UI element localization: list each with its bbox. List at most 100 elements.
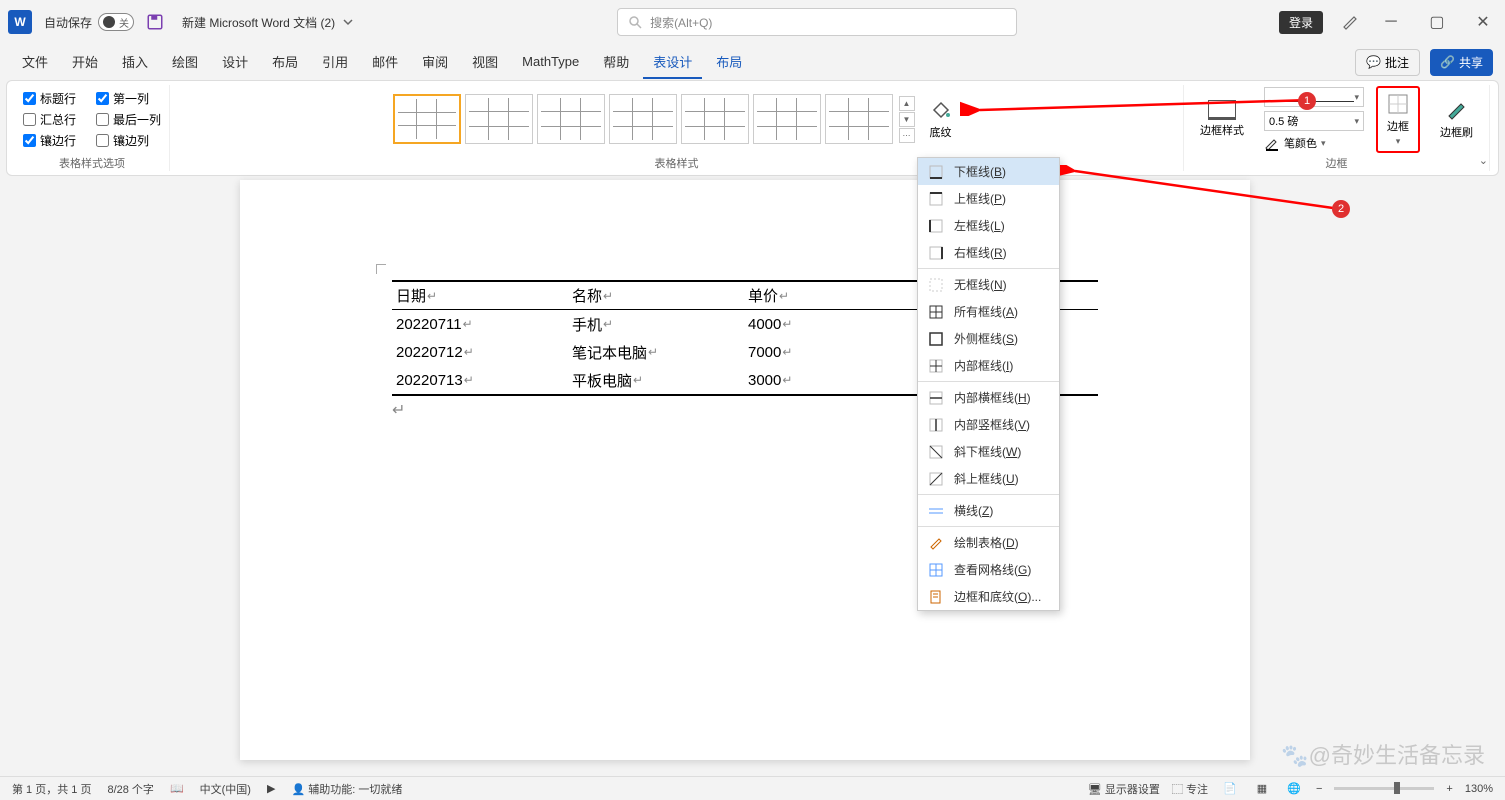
style-thumb-5[interactable] <box>681 94 749 144</box>
style-thumb-6[interactable] <box>753 94 821 144</box>
dropdown-item-border-top[interactable]: 上框线(P) <box>918 185 1059 212</box>
zoom-slider[interactable] <box>1334 787 1434 790</box>
print-layout-icon[interactable]: ▦ <box>1252 779 1272 799</box>
dropdown-item-border-inside-h[interactable]: 内部横框线(H) <box>918 384 1059 411</box>
web-layout-icon[interactable]: 🌐 <box>1284 779 1304 799</box>
zoom-level[interactable]: 130% <box>1465 783 1493 795</box>
dropdown-item-border-inside-v[interactable]: 内部竖框线(V) <box>918 411 1059 438</box>
check-banded-rows[interactable]: 镶边行 <box>23 130 76 151</box>
search-input[interactable]: 搜索(Alt+Q) <box>617 8 1017 36</box>
dropdown-item-gridlines[interactable]: 查看网格线(G) <box>918 556 1059 583</box>
macro-icon[interactable]: ▶ <box>267 782 275 795</box>
status-accessibility[interactable]: 👤 辅助功能: 一切就绪 <box>291 781 402 797</box>
style-thumb-2[interactable] <box>465 94 533 144</box>
tab-design[interactable]: 设计 <box>212 46 258 79</box>
style-thumb-1[interactable] <box>393 94 461 144</box>
toggle-switch[interactable]: 关 <box>98 13 134 31</box>
minimize-button[interactable]: ─ <box>1377 8 1405 36</box>
close-button[interactable]: ✕ <box>1469 8 1497 36</box>
check-total-row[interactable]: 汇总行 <box>23 109 76 130</box>
tab-layout2[interactable]: 布局 <box>706 46 752 79</box>
ribbon-expand-icon[interactable]: ⌄ <box>1479 154 1488 167</box>
dropdown-item-border-left[interactable]: 左框线(L) <box>918 212 1059 239</box>
dropdown-item-border-inside[interactable]: 内部框线(I) <box>918 352 1059 379</box>
tab-file[interactable]: 文件 <box>12 46 58 79</box>
border-left-icon <box>928 218 944 234</box>
border-outside-icon <box>928 331 944 347</box>
pen-color-select[interactable]: 笔颜色▾ <box>1264 135 1364 151</box>
dropdown-item-border-diag-down[interactable]: 斜下框线(W) <box>918 438 1059 465</box>
ribbon-tabs: 文件 开始 插入 绘图 设计 布局 引用 邮件 审阅 视图 MathType 帮… <box>0 44 1505 80</box>
scroll-up-icon[interactable]: ▲ <box>899 96 915 111</box>
document-title[interactable]: 新建 Microsoft Word 文档 (2) <box>182 14 355 31</box>
shading-button[interactable]: 底纹 <box>921 94 961 144</box>
gridlines-icon <box>928 562 944 578</box>
dropdown-item-draw-table[interactable]: 绘制表格(D) <box>918 529 1059 556</box>
status-page[interactable]: 第 1 页，共 1 页 <box>12 781 91 797</box>
display-settings[interactable]: 🖥 显示器设置 <box>1088 781 1160 797</box>
focus-mode[interactable]: ⬚ 专注 <box>1172 781 1208 797</box>
check-first-col[interactable]: 第一列 <box>96 88 161 109</box>
dropdown-item-border-bottom[interactable]: 下框线(B) <box>918 158 1059 185</box>
save-icon[interactable] <box>146 13 164 31</box>
scroll-more-icon[interactable]: ⋯ <box>899 128 915 143</box>
titlebar: W 自动保存 关 新建 Microsoft Word 文档 (2) 搜索(Alt… <box>0 0 1505 44</box>
check-last-col[interactable]: 最后一列 <box>96 109 161 130</box>
border-bottom-icon <box>928 164 944 180</box>
tab-mathtype[interactable]: MathType <box>512 48 589 77</box>
dropdown-item-hline[interactable]: 横线(Z) <box>918 497 1059 524</box>
zoom-in-button[interactable]: + <box>1446 783 1452 795</box>
border-style-button[interactable]: 边框样式 <box>1192 96 1252 142</box>
border-right-icon <box>928 245 944 261</box>
read-mode-icon[interactable]: 📄 <box>1220 779 1240 799</box>
status-words[interactable]: 8/28 个字 <box>107 781 153 797</box>
style-thumb-7[interactable] <box>825 94 893 144</box>
status-lang[interactable]: 中文(中国) <box>200 781 251 797</box>
check-banded-cols[interactable]: 镶边列 <box>96 130 161 151</box>
border-top-icon <box>928 191 944 207</box>
tab-draw[interactable]: 绘图 <box>162 46 208 79</box>
tab-mailings[interactable]: 邮件 <box>362 46 408 79</box>
document-page[interactable]: 日期↵ 名称↵ 单价↵ 20220711↵ 手机↵ 4000↵ 20220712… <box>240 180 1250 760</box>
border-painter-button[interactable]: 边框刷 <box>1432 94 1481 144</box>
borders-dropdown-button[interactable]: 边框 ▾ <box>1376 86 1420 153</box>
tab-insert[interactable]: 插入 <box>112 46 158 79</box>
dropdown-item-border-none[interactable]: 无框线(N) <box>918 271 1059 298</box>
share-button[interactable]: 🔗 共享 <box>1430 49 1493 76</box>
autosave-toggle[interactable]: 自动保存 关 <box>44 13 134 31</box>
annotation-badge-1: 1 <box>1298 92 1316 110</box>
style-scroll[interactable]: ▲▼⋯ <box>899 96 915 143</box>
tab-help[interactable]: 帮助 <box>593 46 639 79</box>
group-label-styles: 表格样式 <box>655 153 699 171</box>
margin-marker <box>376 264 386 274</box>
zoom-out-button[interactable]: − <box>1316 783 1322 795</box>
line-weight-select[interactable]: 0.5 磅▾ <box>1264 111 1364 131</box>
comments-button[interactable]: 💬 批注 <box>1355 49 1420 76</box>
tab-references[interactable]: 引用 <box>312 46 358 79</box>
style-thumb-3[interactable] <box>537 94 605 144</box>
tab-table-design[interactable]: 表设计 <box>643 46 702 79</box>
bucket-icon <box>929 98 953 122</box>
hline-icon <box>928 503 944 519</box>
dropdown-item-border-right[interactable]: 右框线(R) <box>918 239 1059 266</box>
table-style-gallery[interactable] <box>393 94 893 144</box>
maximize-button[interactable]: ▢ <box>1423 8 1451 36</box>
dropdown-item-border-outside[interactable]: 外侧框线(S) <box>918 325 1059 352</box>
group-borders: 边框样式 ▾ 0.5 磅▾ 笔颜色▾ 边框 ▾ 边框刷 边框 <box>1184 85 1490 171</box>
tab-home[interactable]: 开始 <box>62 46 108 79</box>
border-inside-v-icon <box>928 417 944 433</box>
spellcheck-icon[interactable]: 📖 <box>170 782 184 795</box>
check-header-row[interactable]: 标题行 <box>23 88 76 109</box>
tab-view[interactable]: 视图 <box>462 46 508 79</box>
dropdown-item-border-all[interactable]: 所有框线(A) <box>918 298 1059 325</box>
border-diag-up-icon <box>928 471 944 487</box>
dropdown-item-border-diag-up[interactable]: 斜上框线(U) <box>918 465 1059 492</box>
pen-icon[interactable] <box>1341 13 1359 31</box>
borders-shading-icon <box>928 589 944 605</box>
login-button[interactable]: 登录 <box>1279 11 1323 34</box>
scroll-down-icon[interactable]: ▼ <box>899 112 915 127</box>
tab-review[interactable]: 审阅 <box>412 46 458 79</box>
tab-layout[interactable]: 布局 <box>262 46 308 79</box>
dropdown-item-borders-shading[interactable]: 边框和底纹(O)... <box>918 583 1059 610</box>
style-thumb-4[interactable] <box>609 94 677 144</box>
